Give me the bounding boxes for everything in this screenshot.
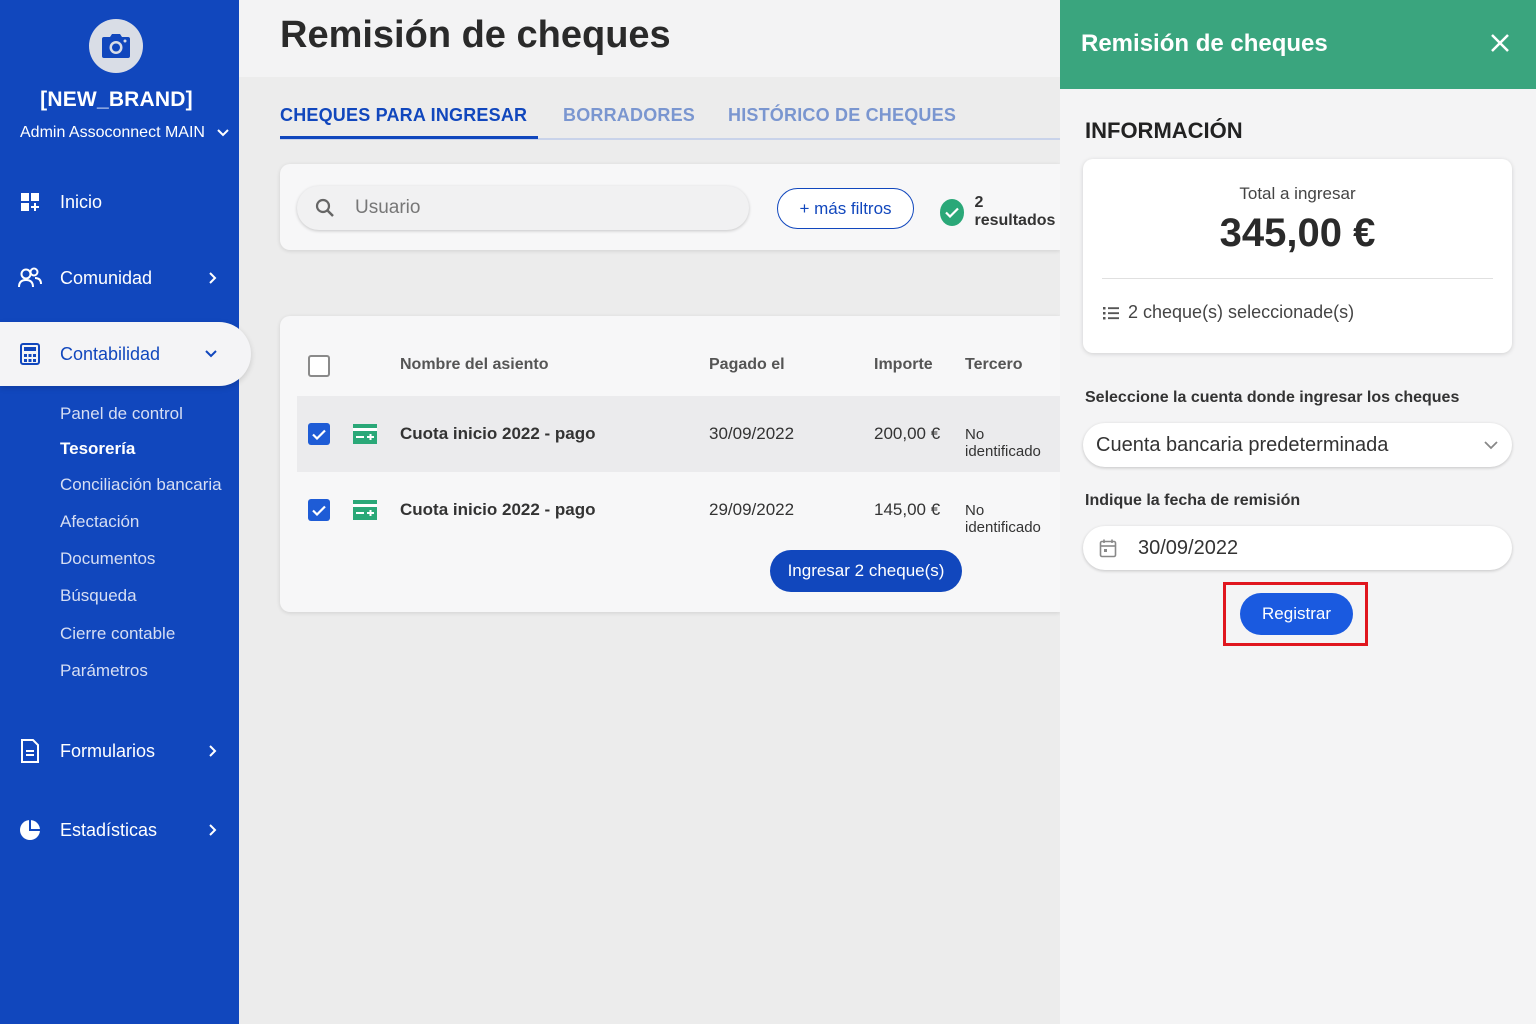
table-row[interactable]: Cuota inicio 2022 - pago 29/09/2022 145,… — [297, 472, 1060, 548]
row-amount: 145,00 € — [874, 500, 941, 519]
chevron-right-icon — [209, 272, 217, 284]
column-header-tercero: Tercero — [965, 356, 1023, 373]
sidebar-item-label: Comunidad — [60, 267, 153, 288]
table-row[interactable]: Cuota inicio 2022 - pago 30/09/2022 200,… — [297, 396, 1060, 472]
sidebar-item-label: Estadísticas — [60, 819, 158, 840]
account-select-value: Cuenta bancaria predeterminada — [1096, 433, 1389, 456]
column-header-importe: Importe — [874, 356, 933, 373]
selected-count: 2 cheque(s) seleccionade(s) — [1102, 302, 1354, 323]
row-name: Cuota inicio 2022 - pago — [400, 500, 596, 519]
main-content: Remisión de cheques CHEQUES PARA INGRESA… — [239, 0, 1060, 1024]
date-value: 30/09/2022 — [1138, 536, 1239, 559]
organization-name: Admin Assoconnect MAIN — [20, 124, 205, 141]
section-title: INFORMACIÓN — [1085, 118, 1243, 143]
select-all-checkbox[interactable] — [308, 355, 330, 377]
camera-icon[interactable] — [89, 19, 143, 73]
cheque-icon — [352, 423, 378, 450]
sidebar-subitem-panel-de-control[interactable]: Panel de control — [60, 404, 183, 424]
sidebar-subitem-conciliacion-bancaria[interactable]: Conciliación bancaria — [60, 475, 222, 495]
total-label: Total a ingresar — [1239, 184, 1356, 203]
sidebar: [NEW_BRAND] Admin Assoconnect MAIN Inici… — [0, 0, 251, 1024]
filter-bar: + más filtros 2 resultados — [280, 164, 1060, 250]
calendar-icon — [1099, 539, 1117, 558]
ingresar-cheques-button[interactable]: Ingresar 2 cheque(s) — [770, 550, 962, 592]
row-checkbox[interactable] — [308, 499, 330, 521]
chevron-right-icon — [209, 824, 217, 836]
document-icon — [18, 739, 42, 763]
tab-cheques-para-ingresar[interactable]: CHEQUES PARA INGRESAR — [280, 105, 527, 126]
sidebar-item-inicio[interactable]: Inicio — [0, 170, 239, 234]
page-title: Remisión de cheques — [280, 14, 671, 56]
results-count: 2 resultados — [940, 194, 1060, 230]
row-checkbox[interactable] — [308, 423, 330, 445]
sidebar-subitem-cierre-contable[interactable]: Cierre contable — [60, 624, 175, 644]
sidebar-subitem-afectacion[interactable]: Afectación — [60, 512, 139, 532]
page-header: Remisión de cheques — [239, 0, 1060, 77]
sidebar-item-contabilidad[interactable]: Contabilidad — [0, 322, 251, 386]
selected-count-label: 2 cheque(s) seleccionade(s) — [1128, 302, 1355, 322]
sidebar-subitem-tesoreria[interactable]: Tesorería — [60, 439, 135, 459]
cheque-icon — [352, 499, 378, 526]
more-filters-button[interactable]: + más filtros — [777, 188, 914, 229]
close-icon[interactable] — [1487, 30, 1513, 56]
account-label: Seleccione la cuenta donde ingresar los … — [1085, 389, 1460, 406]
people-icon — [18, 266, 42, 290]
row-date: 29/09/2022 — [709, 500, 795, 519]
sidebar-item-estadisticas[interactable]: Estadísticas — [0, 798, 239, 862]
search-input[interactable] — [355, 197, 715, 219]
row-amount: 200,00 € — [874, 424, 941, 443]
search-icon — [315, 198, 334, 217]
tab-bar: CHEQUES PARA INGRESAR BORRADORES HISTÓRI… — [280, 98, 1060, 140]
register-button[interactable]: Registrar — [1240, 593, 1353, 635]
tab-historico-de-cheques[interactable]: HISTÓRICO DE CHEQUES — [728, 105, 956, 126]
search-box — [297, 186, 749, 230]
row-name: Cuota inicio 2022 - pago — [400, 424, 596, 443]
date-label: Indique la fecha de remisión — [1085, 492, 1301, 509]
cheques-table: Nombre del asiento Pagado el Importe Ter… — [280, 316, 1060, 612]
chevron-down-icon — [1484, 441, 1498, 450]
remision-panel: Remisión de cheques INFORMACIÓN Total a … — [1060, 0, 1536, 1024]
calculator-icon — [18, 342, 42, 366]
total-summary-card: Total a ingresar 345,00 € 2 cheque(s) se… — [1083, 159, 1512, 353]
panel-title: Remisión de cheques — [1081, 30, 1328, 57]
chevron-right-icon — [209, 745, 217, 757]
account-select[interactable]: Cuenta bancaria predeterminada — [1083, 423, 1512, 467]
column-header-pagado: Pagado el — [709, 356, 785, 373]
active-tab-indicator — [280, 136, 538, 139]
sidebar-subitem-busqueda[interactable]: Búsqueda — [60, 586, 137, 606]
row-third-party: No identificado — [965, 502, 1041, 536]
chevron-down-icon — [217, 129, 229, 137]
sidebar-item-comunidad[interactable]: Comunidad — [0, 246, 239, 310]
column-header-nombre: Nombre del asiento — [400, 356, 549, 373]
sidebar-item-label: Inicio — [60, 191, 103, 212]
results-label: 2 resultados — [974, 194, 1056, 229]
pie-chart-icon — [18, 818, 42, 842]
divider — [1102, 278, 1493, 279]
chevron-down-icon — [205, 350, 217, 358]
sidebar-item-label: Contabilidad — [60, 343, 161, 364]
sidebar-item-formularios[interactable]: Formularios — [0, 719, 239, 783]
row-date: 30/09/2022 — [709, 424, 795, 443]
row-third-party: No identificado — [965, 426, 1041, 460]
sidebar-subitem-documentos[interactable]: Documentos — [60, 549, 155, 569]
dashboard-icon — [18, 190, 42, 214]
brand-name: [NEW_BRAND] — [40, 88, 193, 111]
check-circle-icon — [940, 198, 965, 226]
organization-switcher[interactable]: Admin Assoconnect MAIN — [20, 124, 229, 142]
tab-borradores[interactable]: BORRADORES — [563, 105, 695, 126]
panel-header: Remisión de cheques — [1060, 0, 1536, 89]
date-field[interactable]: 30/09/2022 — [1083, 526, 1512, 570]
sidebar-subitem-parametros[interactable]: Parámetros — [60, 661, 148, 681]
total-value: 345,00 € — [1219, 211, 1376, 255]
list-icon — [1103, 306, 1119, 319]
sidebar-item-label: Formularios — [60, 740, 156, 761]
